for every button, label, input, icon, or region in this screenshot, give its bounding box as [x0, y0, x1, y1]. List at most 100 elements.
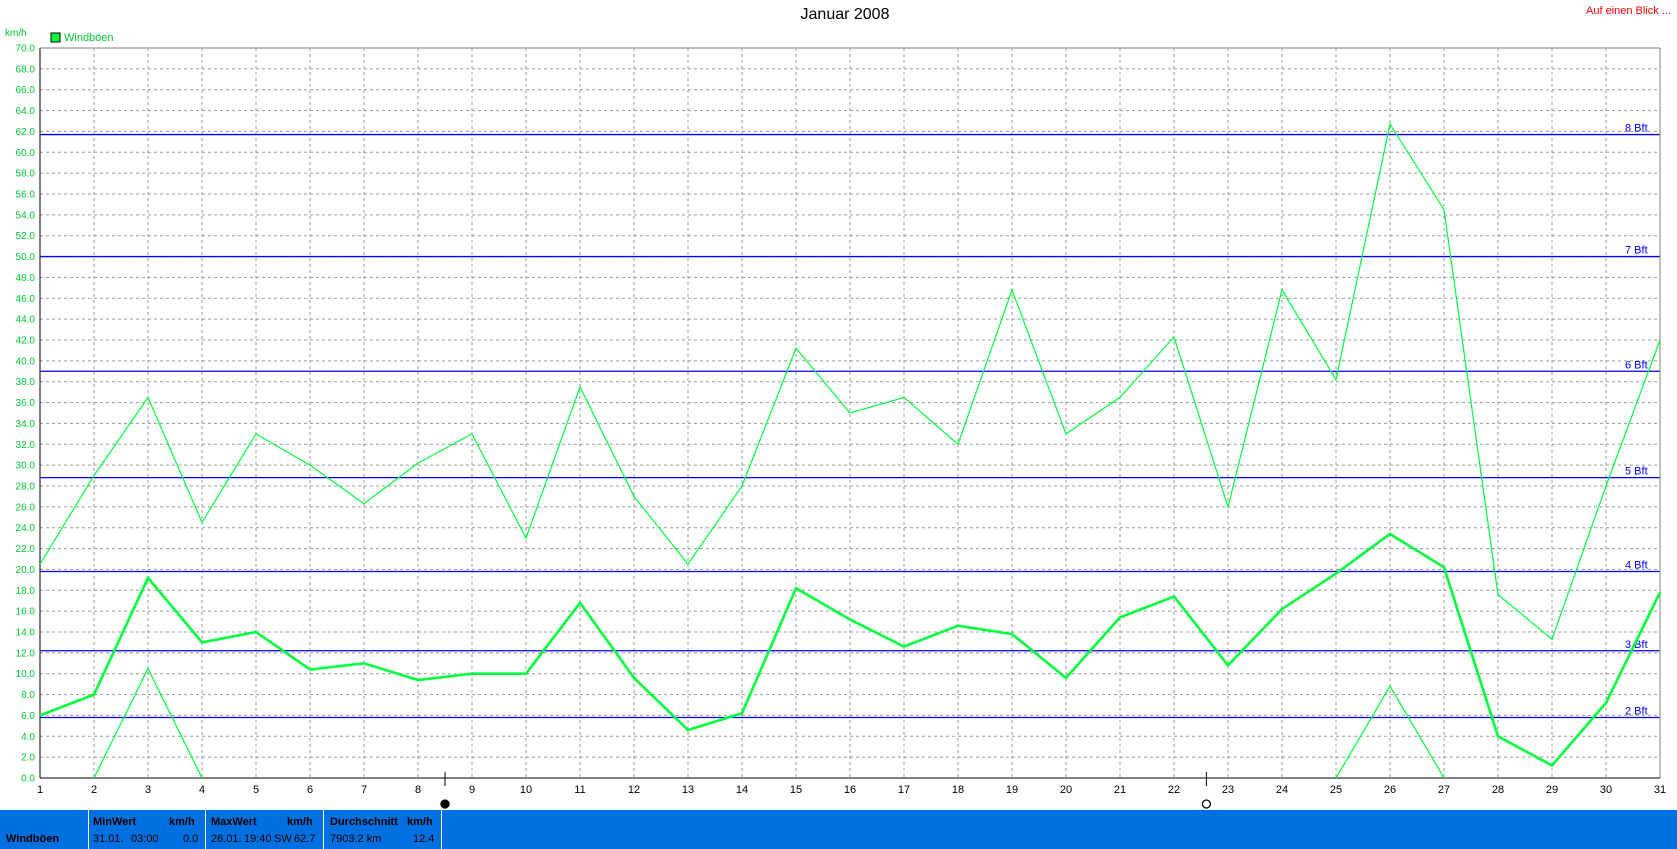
min-value: 0.0: [183, 833, 199, 845]
y-axis-unit: km/h: [5, 28, 27, 39]
overview-link[interactable]: Auf einen Blick ...: [1586, 5, 1671, 17]
max-cell: MaxWert km/h 26.01. 19:40 SW 62.7: [211, 810, 321, 849]
y-tick-label: 18.0: [16, 586, 36, 597]
x-tick-label: 18: [952, 784, 964, 796]
y-tick-label: 0.0: [21, 774, 35, 785]
y-tick-label: 56.0: [16, 190, 36, 201]
x-tick-label: 14: [736, 784, 748, 796]
x-tick-label: 30: [1600, 784, 1612, 796]
x-tick-label: 21: [1114, 784, 1126, 796]
x-tick-label: 7: [361, 784, 367, 796]
y-tick-label: 24.0: [16, 523, 36, 534]
max-header: MaxWert: [211, 816, 257, 828]
x-tick-label: 23: [1222, 784, 1234, 796]
x-tick-label: 15: [790, 784, 802, 796]
x-tick-label: 20: [1060, 784, 1072, 796]
y-tick-label: 50.0: [16, 252, 36, 263]
y-tick-label: 6.0: [21, 711, 35, 722]
y-tick-label: 30.0: [16, 461, 36, 472]
x-tick-label: 2: [91, 784, 97, 796]
legend-label: Windböen: [64, 32, 114, 44]
y-tick-label: 54.0: [16, 210, 36, 221]
x-tick-label: 19: [1006, 784, 1018, 796]
max-date: 26.01.: [211, 833, 242, 845]
x-tick-label: 22: [1168, 784, 1180, 796]
y-tick-label: 36.0: [16, 398, 36, 409]
x-tick-labels: 1 2 3 4 5 6 7 8 9 10 11 12 13 14 15 16 17 18 19 20 21 22 23 24 2…: [37, 784, 1666, 796]
y-tick-label: 66.0: [16, 85, 36, 96]
min-cell: MinWert km/h 31.01. 03:00 0.0: [93, 810, 203, 849]
y-tick-label: 26.0: [16, 502, 36, 513]
y-tick-labels: 0.0 2.0 4.0 6.0 8.0 10.0 12.0 14.0 16.0 18.0 20.0 2…: [16, 44, 36, 785]
y-tick-label: 64.0: [16, 106, 36, 117]
x-tick-label: 5: [253, 784, 259, 796]
x-tick-label: 3: [145, 784, 151, 796]
avg-cell: Durchschnitt km/h 7903.2 km 12.4: [330, 810, 440, 849]
y-tick-label: 48.0: [16, 273, 36, 284]
y-tick-label: 62.0: [16, 127, 36, 138]
min-date: 31.01.: [93, 833, 124, 845]
chart-title: Januar 2008: [800, 6, 890, 23]
y-tick-label: 16.0: [16, 607, 36, 618]
x-tick-label: 26: [1384, 784, 1396, 796]
min-header: MinWert: [93, 816, 137, 828]
beaufort-label: 6 Bft: [1625, 359, 1648, 371]
x-tick-label: 12: [628, 784, 640, 796]
max-dir: SW: [274, 833, 292, 845]
y-tick-label: 8.0: [21, 690, 35, 701]
avg-distance: 7903.2 km: [330, 833, 382, 845]
avg-header: Durchschnitt: [330, 816, 398, 828]
x-tick-label: 28: [1492, 784, 1504, 796]
beaufort-label: 2 Bft: [1625, 706, 1648, 718]
wind-gust-chart: 2 Bft3 Bft4 Bft5 Bft6 Bft7 Bft8 Bft 0.02…: [5, 28, 1666, 809]
max-value: 62.7: [294, 833, 316, 845]
beaufort-label: 8 Bft: [1625, 123, 1648, 135]
x-tick-label: 31: [1654, 784, 1666, 796]
y-tick-label: 44.0: [16, 315, 36, 326]
day-markers: [440, 772, 1212, 809]
beaufort-label: 7 Bft: [1625, 245, 1648, 257]
marker-filled-circle: [440, 799, 450, 809]
avg-value: 12.4: [413, 833, 435, 845]
avg-unit: km/h: [407, 816, 433, 828]
footer-series-name: Windböen: [6, 833, 60, 845]
min-time: 03:00: [131, 833, 159, 845]
y-tick-label: 14.0: [16, 628, 36, 639]
series-lower-line: [93, 667, 1445, 779]
x-tick-label: 1: [37, 784, 43, 796]
x-tick-label: 25: [1330, 784, 1342, 796]
y-tick-label: 42.0: [16, 336, 36, 347]
beaufort-label: 4 Bft: [1625, 560, 1648, 572]
y-tick-label: 60.0: [16, 148, 36, 159]
y-tick-label: 46.0: [16, 294, 36, 305]
y-tick-label: 12.0: [16, 648, 36, 659]
stats-footer: Windböen MinWert km/h 31.01. 03:00 0.0 M…: [0, 810, 1677, 849]
x-tick-label: 6: [307, 784, 313, 796]
y-tick-label: 34.0: [16, 419, 36, 430]
y-tick-label: 40.0: [16, 356, 36, 367]
x-tick-label: 9: [469, 784, 475, 796]
y-tick-label: 32.0: [16, 440, 36, 451]
x-tick-label: 8: [415, 784, 421, 796]
y-tick-label: 68.0: [16, 64, 36, 75]
x-tick-label: 27: [1438, 784, 1450, 796]
y-tick-label: 10.0: [16, 669, 36, 680]
x-tick-label: 16: [844, 784, 856, 796]
beaufort-label: 5 Bft: [1625, 466, 1648, 478]
marker-open-circle: [1201, 799, 1212, 809]
x-tick-label: 29: [1546, 784, 1558, 796]
y-tick-label: 52.0: [16, 231, 36, 242]
max-time: 19:40: [244, 833, 272, 845]
y-tick-label: 28.0: [16, 482, 36, 493]
y-tick-label: 2.0: [21, 753, 35, 764]
max-unit: km/h: [287, 816, 313, 828]
y-tick-label: 70.0: [16, 44, 36, 55]
x-tick-label: 10: [520, 784, 532, 796]
x-tick-label: 24: [1276, 784, 1288, 796]
min-unit: km/h: [169, 816, 195, 828]
legend-swatch: [50, 32, 61, 43]
x-tick-label: 17: [898, 784, 910, 796]
y-tick-label: 20.0: [16, 565, 36, 576]
y-tick-label: 22.0: [16, 544, 36, 555]
x-tick-label: 4: [199, 784, 205, 796]
